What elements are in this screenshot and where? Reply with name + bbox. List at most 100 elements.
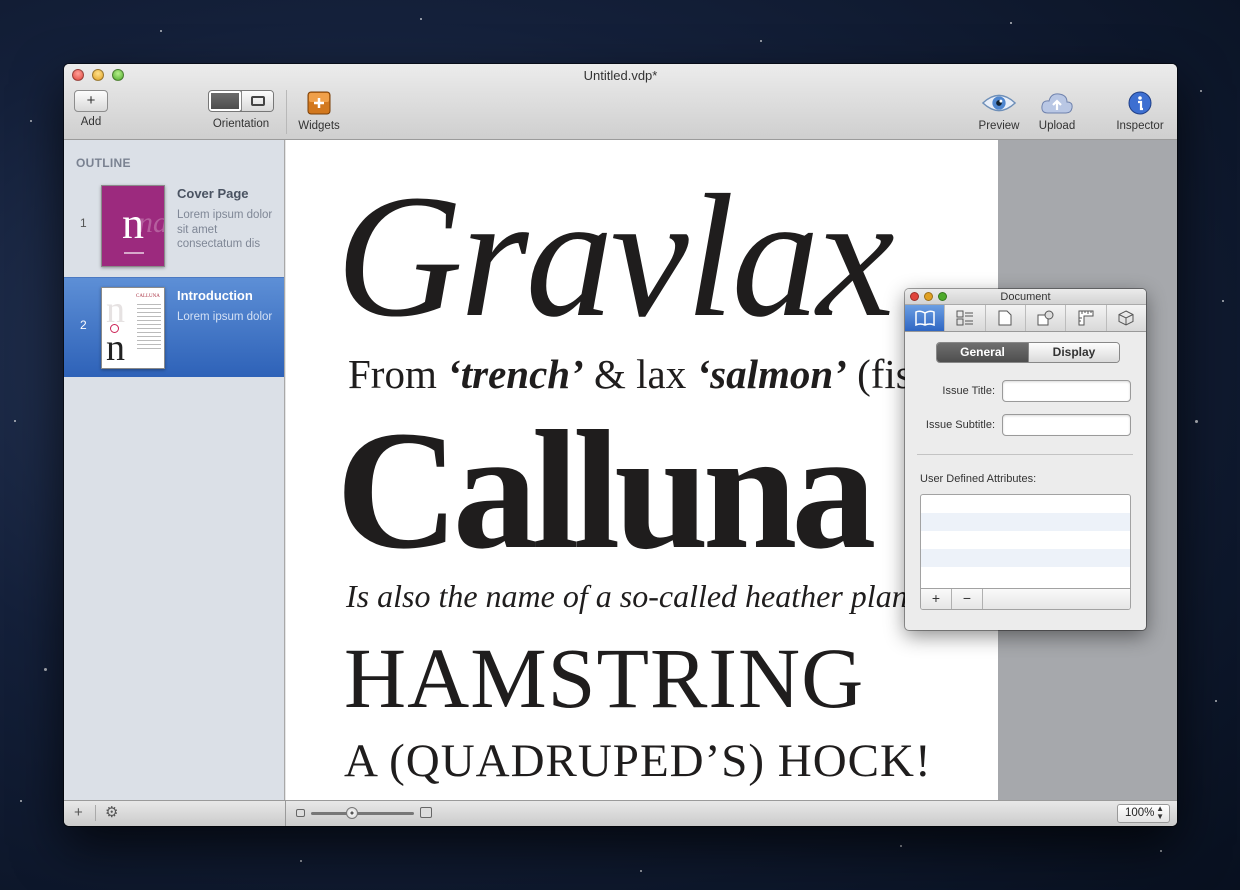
- table-row[interactable]: [921, 531, 1130, 549]
- landscape-icon: [250, 96, 265, 106]
- panel-close-button[interactable]: [910, 292, 919, 301]
- inspector-tool[interactable]: Inspector: [1112, 90, 1168, 132]
- outline-header: OUTLINE: [76, 156, 131, 170]
- panel-titlebar: Document: [905, 289, 1146, 305]
- subline-part-2: ‘trench’: [447, 351, 584, 397]
- thumbnail-caption-line: [102, 252, 164, 254]
- table-row[interactable]: [921, 513, 1130, 531]
- outline-item-introduction[interactable]: 2 n CALLUNA n Introduction Lorem ipsum d…: [64, 277, 284, 377]
- outline-item-cover-page[interactable]: 1 na n Cover Page Lorem ipsum dolor sit …: [64, 176, 284, 276]
- table-footer: + −: [921, 588, 1130, 609]
- orientation-segmented-control[interactable]: [208, 90, 274, 112]
- smallcaps-hock-line: A (QUADRUPED’S) HOCK!: [344, 735, 932, 787]
- zoom-slider[interactable]: [311, 812, 414, 815]
- document-inspector-panel: Document General Display Issue Title: Is…: [905, 289, 1146, 630]
- add-attribute-button[interactable]: +: [921, 589, 952, 609]
- tab-metrics[interactable]: [1066, 305, 1107, 331]
- subline-part-1: From: [348, 351, 448, 397]
- page-description: Lorem ipsum dolor: [177, 311, 273, 323]
- table-row[interactable]: [921, 495, 1130, 513]
- subline-part-3: & lax: [583, 351, 697, 397]
- subline-from-trench: From ‘trench’ & lax ‘salmon’ (fish: [348, 350, 932, 398]
- page-icon: [998, 310, 1012, 326]
- issue-subtitle-label: Issue Subtitle:: [925, 419, 995, 431]
- tab-3d[interactable]: [1107, 305, 1146, 331]
- issue-subtitle-field[interactable]: [1002, 414, 1131, 436]
- book-icon: [914, 310, 935, 326]
- toolbar-divider: [286, 90, 287, 134]
- preview-tool[interactable]: Preview: [976, 90, 1022, 132]
- thumbnail-heading: CALLUNA: [136, 294, 160, 299]
- inspector-label: Inspector: [1116, 120, 1164, 132]
- orientation-tool[interactable]: Orientation: [208, 90, 274, 130]
- panel-divider: [917, 454, 1133, 455]
- inspector-subtabs: General Display: [936, 342, 1120, 363]
- headline-gravlax: Gravlax: [336, 159, 895, 354]
- widgets-label: Widgets: [298, 120, 340, 132]
- portrait-button[interactable]: [209, 91, 241, 111]
- upload-label: Upload: [1038, 120, 1076, 132]
- zoom-level-popup[interactable]: 100% ▲ ▼: [1117, 804, 1170, 823]
- eye-icon: [981, 90, 1017, 116]
- info-icon: [1122, 90, 1158, 116]
- introduction-page-thumbnail: n CALLUNA n: [101, 287, 165, 369]
- portrait-icon: [209, 91, 241, 111]
- page-number: 1: [80, 216, 87, 230]
- plus-icon[interactable]: +: [74, 90, 108, 112]
- preview-label: Preview: [978, 120, 1020, 132]
- italic-heather-line: Is also the name of a so-called heather …: [346, 578, 917, 614]
- widgets-tool[interactable]: Widgets: [296, 90, 342, 132]
- bottom-bar: + ⚙ 100% ▲ ▼: [64, 800, 1177, 826]
- add-tool[interactable]: + Add: [74, 90, 108, 128]
- widgets-icon: [301, 90, 337, 116]
- toolbar: Untitled.vdp* + Add Orientation Widgets: [64, 64, 1177, 140]
- subtab-general[interactable]: General: [937, 343, 1028, 362]
- page-number: 2: [80, 318, 87, 332]
- thumbnail-ghost-text: na: [138, 206, 165, 239]
- landscape-button[interactable]: [241, 91, 273, 111]
- zoom-out-icon[interactable]: [296, 809, 305, 817]
- cube-icon: [1118, 310, 1134, 326]
- cover-page-thumbnail: na n: [101, 185, 165, 267]
- tab-document[interactable]: [905, 305, 946, 331]
- page-description: Lorem ipsum dolor sit amet consectatum d…: [177, 209, 273, 250]
- page-title: Cover Page: [177, 186, 249, 201]
- list-icon: [956, 310, 973, 326]
- outline-sidebar: OUTLINE 1 na n Cover Page Lorem ipsum do…: [64, 140, 285, 800]
- add-page-button[interactable]: +: [74, 805, 83, 821]
- document-page[interactable]: Gravlax From ‘trench’ & lax ‘salmon’ (fi…: [286, 140, 998, 800]
- issue-title-label: Issue Title:: [942, 385, 995, 397]
- zoom-in-icon[interactable]: [420, 807, 432, 818]
- zoom-level-value: 100%: [1125, 807, 1155, 819]
- headline-calluna: Calluna: [336, 396, 876, 584]
- thumbnail-glyph: n: [106, 327, 125, 369]
- window-title: Untitled.vdp*: [583, 68, 658, 83]
- upload-tool[interactable]: Upload: [1034, 90, 1080, 132]
- table-row[interactable]: [921, 567, 1130, 585]
- panel-minimize-button[interactable]: [924, 292, 933, 301]
- user-defined-attributes-table[interactable]: + −: [920, 494, 1131, 610]
- inspector-tab-bar: [905, 305, 1146, 332]
- cloud-upload-icon: [1039, 90, 1075, 116]
- page-title: Introduction: [177, 288, 253, 303]
- bottom-divider: [285, 801, 286, 826]
- tab-layout[interactable]: [945, 305, 986, 331]
- gear-icon[interactable]: ⚙: [105, 805, 118, 821]
- subtab-display[interactable]: Display: [1028, 343, 1119, 362]
- subline-part-4: ‘salmon’: [696, 351, 847, 397]
- panel-title: Document: [1000, 291, 1051, 303]
- shapes-icon: [1037, 310, 1054, 326]
- panel-zoom-button[interactable]: [938, 292, 947, 301]
- orientation-label: Orientation: [212, 118, 270, 130]
- table-row[interactable]: [921, 549, 1130, 567]
- issue-title-field[interactable]: [1002, 380, 1131, 402]
- remove-attribute-button[interactable]: −: [952, 589, 983, 609]
- user-defined-attributes-label: User Defined Attributes:: [920, 473, 1037, 485]
- popup-arrows-icon: ▲ ▼: [1156, 804, 1164, 821]
- zoom-slider-knob[interactable]: [346, 807, 358, 819]
- bottom-divider: [95, 805, 96, 821]
- headline-hamstring: HAMSTRING: [344, 630, 865, 726]
- tab-page[interactable]: [986, 305, 1026, 331]
- tab-shapes[interactable]: [1026, 305, 1067, 331]
- ruler-icon: [1078, 310, 1094, 326]
